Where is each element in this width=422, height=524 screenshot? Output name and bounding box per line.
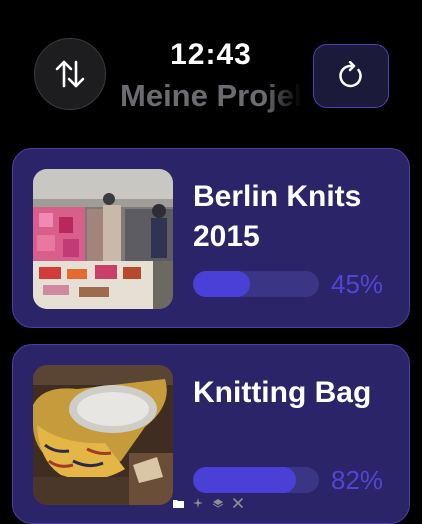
layers-icon[interactable]: [212, 497, 224, 509]
sparkle-icon[interactable]: [192, 497, 204, 509]
progress-fill: [193, 467, 297, 493]
progress-fill: [193, 271, 250, 297]
project-card[interactable]: Berlin Knits 2015 45%: [12, 148, 410, 328]
refresh-icon: [339, 61, 362, 88]
project-thumbnail: [33, 365, 173, 505]
progress-bar: [193, 467, 319, 493]
page-indicator: [172, 497, 244, 509]
progress-percent: 45%: [331, 269, 384, 299]
refresh-button[interactable]: [313, 44, 389, 108]
tools-icon[interactable]: [232, 497, 244, 509]
progress-bar: [193, 271, 319, 297]
page-title-container: Meine Projekte: [116, 78, 302, 118]
project-thumbnail: [33, 169, 173, 309]
page-title: Meine Projekte: [120, 78, 302, 113]
progress-percent: 82%: [331, 465, 384, 495]
project-title: Knitting Bag: [193, 376, 372, 409]
folder-icon[interactable]: [172, 497, 184, 509]
project-title: Berlin Knits 2015: [193, 180, 362, 253]
